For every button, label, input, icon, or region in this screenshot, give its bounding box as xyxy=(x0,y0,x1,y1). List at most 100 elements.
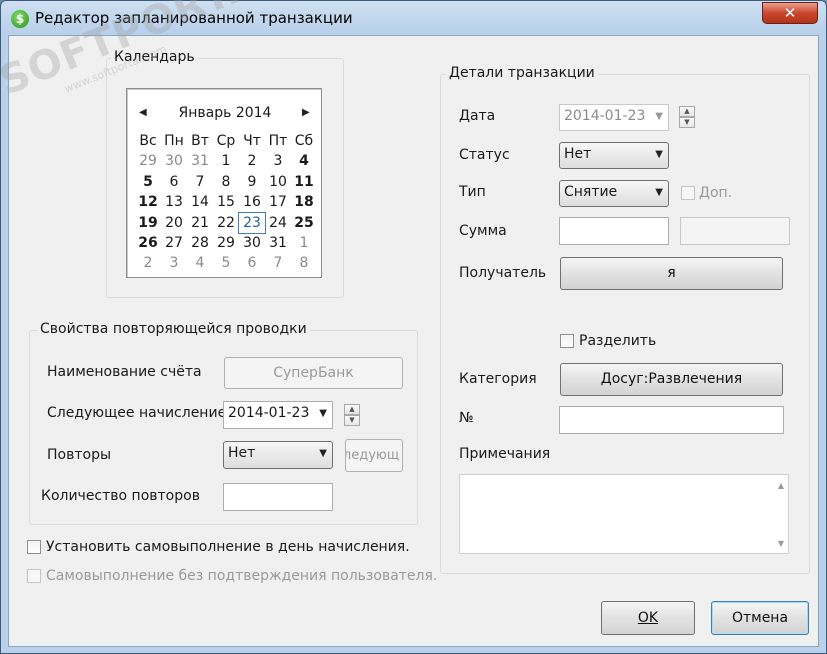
calendar-day[interactable]: 22 xyxy=(213,213,239,233)
calendar-day[interactable]: 24 xyxy=(265,213,291,233)
chevron-down-icon: ▼ xyxy=(655,149,663,160)
repeat-count-input[interactable] xyxy=(223,483,333,511)
split-checkbox[interactable] xyxy=(560,334,574,348)
calendar-day[interactable]: 13 xyxy=(161,192,187,212)
calendar-day[interactable]: 10 xyxy=(265,172,291,192)
calendar-weekday-header: Пн xyxy=(164,133,184,149)
calendar-day[interactable]: 29 xyxy=(213,233,239,253)
date-label: Дата xyxy=(459,108,496,124)
calendar-day[interactable]: 19 xyxy=(135,213,161,233)
calendar-day[interactable]: 17 xyxy=(265,192,291,212)
auto-execute-label: Установить самовыполнение в день начисле… xyxy=(46,539,410,555)
calendar-day[interactable]: 31 xyxy=(265,233,291,253)
calendar-day[interactable]: 6 xyxy=(239,253,265,273)
calendar-day[interactable]: 8 xyxy=(213,172,239,192)
next-occurrence-value: 2014-01-23 xyxy=(228,405,310,421)
extra-label: Доп. xyxy=(699,185,733,201)
calendar-day[interactable]: 14 xyxy=(187,192,213,212)
calendar-day[interactable]: 16 xyxy=(239,192,265,212)
recurrence-group-label: Свойства повторяющейся проводки xyxy=(37,321,310,337)
transaction-details-label: Детали транзакции xyxy=(446,65,598,81)
calendar-week-row: 12 13 14 15 16 17 18 xyxy=(135,192,317,212)
split-label: Разделить xyxy=(579,333,657,349)
repeat-value: Нет xyxy=(228,445,256,461)
calendar-day[interactable]: 7 xyxy=(265,253,291,273)
calendar-day[interactable]: 2 xyxy=(135,253,161,273)
spin-up-icon[interactable]: ▲ xyxy=(344,404,360,415)
calendar-day[interactable]: 31 xyxy=(187,151,213,171)
calendar-day[interactable]: 4 xyxy=(291,151,317,171)
status-value: Нет xyxy=(564,146,592,162)
title-bar: $ Редактор запланированной транзакции ✕ xyxy=(1,1,826,35)
calendar-day[interactable]: 29 xyxy=(135,151,161,171)
spin-up-icon[interactable]: ▲ xyxy=(679,106,695,117)
calendar-day[interactable]: 8 xyxy=(291,253,317,273)
calendar-day[interactable]: 21 xyxy=(187,213,213,233)
repeat-select[interactable]: Нет ▼ xyxy=(223,441,333,469)
type-value: Снятие xyxy=(564,184,618,200)
calendar-day[interactable]: 20 xyxy=(161,213,187,233)
scroll-up-icon[interactable]: ▲ xyxy=(778,481,784,490)
spin-down-icon[interactable]: ▼ xyxy=(679,117,695,128)
calendar-weekday-header: Ср xyxy=(216,133,236,149)
calendar-day[interactable]: 4 xyxy=(187,253,213,273)
calendar-day[interactable]: 2 xyxy=(239,151,265,171)
notes-textarea[interactable]: ▲ ▼ xyxy=(459,474,789,554)
scroll-down-icon[interactable]: ▼ xyxy=(778,539,784,548)
calendar-weekday-header: Вс xyxy=(139,133,157,149)
category-button[interactable]: Досуг:Развлечения xyxy=(560,363,783,396)
amount-input[interactable] xyxy=(559,217,669,245)
chevron-down-icon: ▼ xyxy=(319,448,327,459)
calendar-day[interactable]: 5 xyxy=(213,253,239,273)
calendar-day[interactable]: 27 xyxy=(161,233,187,253)
date-spinner[interactable]: ▲ ▼ xyxy=(679,106,695,128)
calendar-weekday-header: Чт xyxy=(243,133,261,149)
calendar-day[interactable]: 3 xyxy=(161,253,187,273)
number-input[interactable] xyxy=(559,406,784,434)
account-name-button[interactable]: СуперБанк xyxy=(224,357,403,389)
next-month-icon[interactable]: ▶ xyxy=(302,107,310,118)
calendar-day[interactable]: 7 xyxy=(187,172,213,192)
payee-button[interactable]: я xyxy=(560,257,783,290)
calendar-day[interactable]: 18 xyxy=(291,192,317,212)
calendar-day[interactable]: 23 xyxy=(238,211,266,234)
calendar-week-row: 26 27 28 29 30 31 1 xyxy=(135,233,317,253)
close-button[interactable]: ✕ xyxy=(762,2,818,24)
calendar-widget[interactable]: ◀ Январь 2014 ▶ Вс Пн Вт Ср Чт Пт Сб 29 30 31 1 2 3 4… xyxy=(126,88,322,278)
cancel-button[interactable]: Отмена xyxy=(711,601,809,635)
calendar-day[interactable]: 3 xyxy=(265,151,291,171)
repeat-next-button[interactable]: ледующ xyxy=(345,439,403,472)
status-select[interactable]: Нет ▼ xyxy=(559,142,669,169)
type-select[interactable]: Снятие ▼ xyxy=(559,180,669,207)
calendar-day[interactable]: 30 xyxy=(239,233,265,253)
next-occurrence-spinner[interactable]: ▲ ▼ xyxy=(344,404,360,426)
calendar-day[interactable]: 15 xyxy=(213,192,239,212)
calendar-day[interactable]: 6 xyxy=(161,172,187,192)
calendar-day[interactable]: 1 xyxy=(213,151,239,171)
calendar-day[interactable]: 30 xyxy=(161,151,187,171)
next-occurrence-date[interactable]: 2014-01-23 ▼ xyxy=(223,401,333,429)
calendar-day[interactable]: 11 xyxy=(291,172,317,192)
calendar-weekday-header: Сб xyxy=(294,133,314,149)
calendar-day[interactable]: 26 xyxy=(135,233,161,253)
auto-confirm-checkbox[interactable] xyxy=(27,569,41,583)
auto-execute-checkbox[interactable] xyxy=(27,540,41,554)
calendar-day[interactable]: 9 xyxy=(239,172,265,192)
calendar-day[interactable]: 1 xyxy=(291,233,317,253)
extra-checkbox[interactable] xyxy=(681,186,695,200)
ok-button[interactable]: OK xyxy=(601,601,695,635)
calendar-weekday-header: Пт xyxy=(268,133,288,149)
next-occurrence-label: Следующее начисление xyxy=(47,405,227,421)
calendar-day[interactable]: 25 xyxy=(291,213,317,233)
calendar-day[interactable]: 12 xyxy=(135,192,161,212)
spin-down-icon[interactable]: ▼ xyxy=(344,415,360,426)
dialog-body: Календарь ◀ Январь 2014 ▶ Вс Пн Вт Ср Чт Пт Сб… xyxy=(8,35,819,647)
calendar-day[interactable]: 28 xyxy=(187,233,213,253)
amount-secondary-input[interactable] xyxy=(680,217,790,245)
account-name-label: Наименование счёта xyxy=(47,364,202,380)
status-label: Статус xyxy=(459,147,510,163)
category-label: Категория xyxy=(459,371,537,387)
calendar-day[interactable]: 5 xyxy=(135,172,161,192)
number-label: № xyxy=(459,410,474,426)
date-select[interactable]: 2014-01-23 ▼ xyxy=(559,104,669,131)
